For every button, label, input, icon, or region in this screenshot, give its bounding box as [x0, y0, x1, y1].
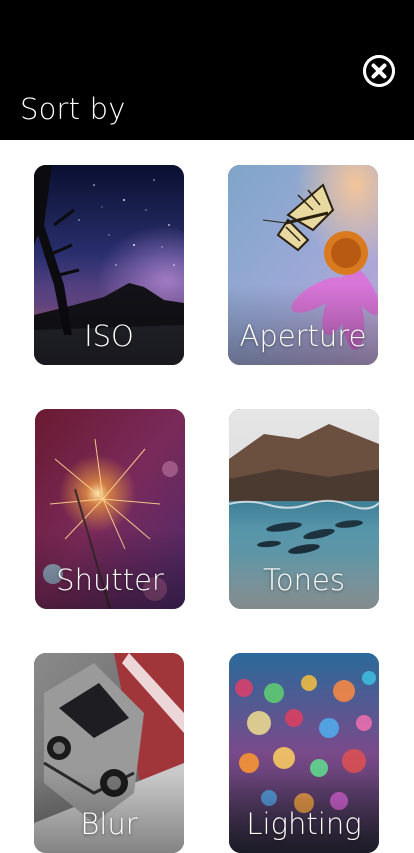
sort-option-iso[interactable]: ISO	[34, 165, 184, 365]
page-title: Sort by	[20, 92, 126, 126]
sort-option-label: Blur	[80, 807, 138, 841]
sort-option-lighting[interactable]: Lighting	[229, 653, 379, 853]
sort-option-label: Shutter	[56, 563, 164, 597]
sort-option-aperture[interactable]: Aperture	[228, 165, 378, 365]
header-bar: Sort by	[0, 0, 414, 140]
sort-option-shutter[interactable]: Shutter	[35, 409, 185, 609]
sort-option-label: Tones	[263, 563, 345, 597]
sort-option-label: ISO	[84, 319, 134, 353]
sort-option-tones[interactable]: Tones	[229, 409, 379, 609]
sort-option-label: Aperture	[239, 319, 367, 353]
sort-options-grid: ISO Aperture Shutter Tones Blur Lighting	[0, 140, 414, 853]
sort-option-blur[interactable]: Blur	[34, 653, 184, 853]
sort-option-label: Lighting	[246, 807, 362, 841]
close-button[interactable]	[363, 55, 395, 87]
close-icon	[363, 55, 395, 87]
